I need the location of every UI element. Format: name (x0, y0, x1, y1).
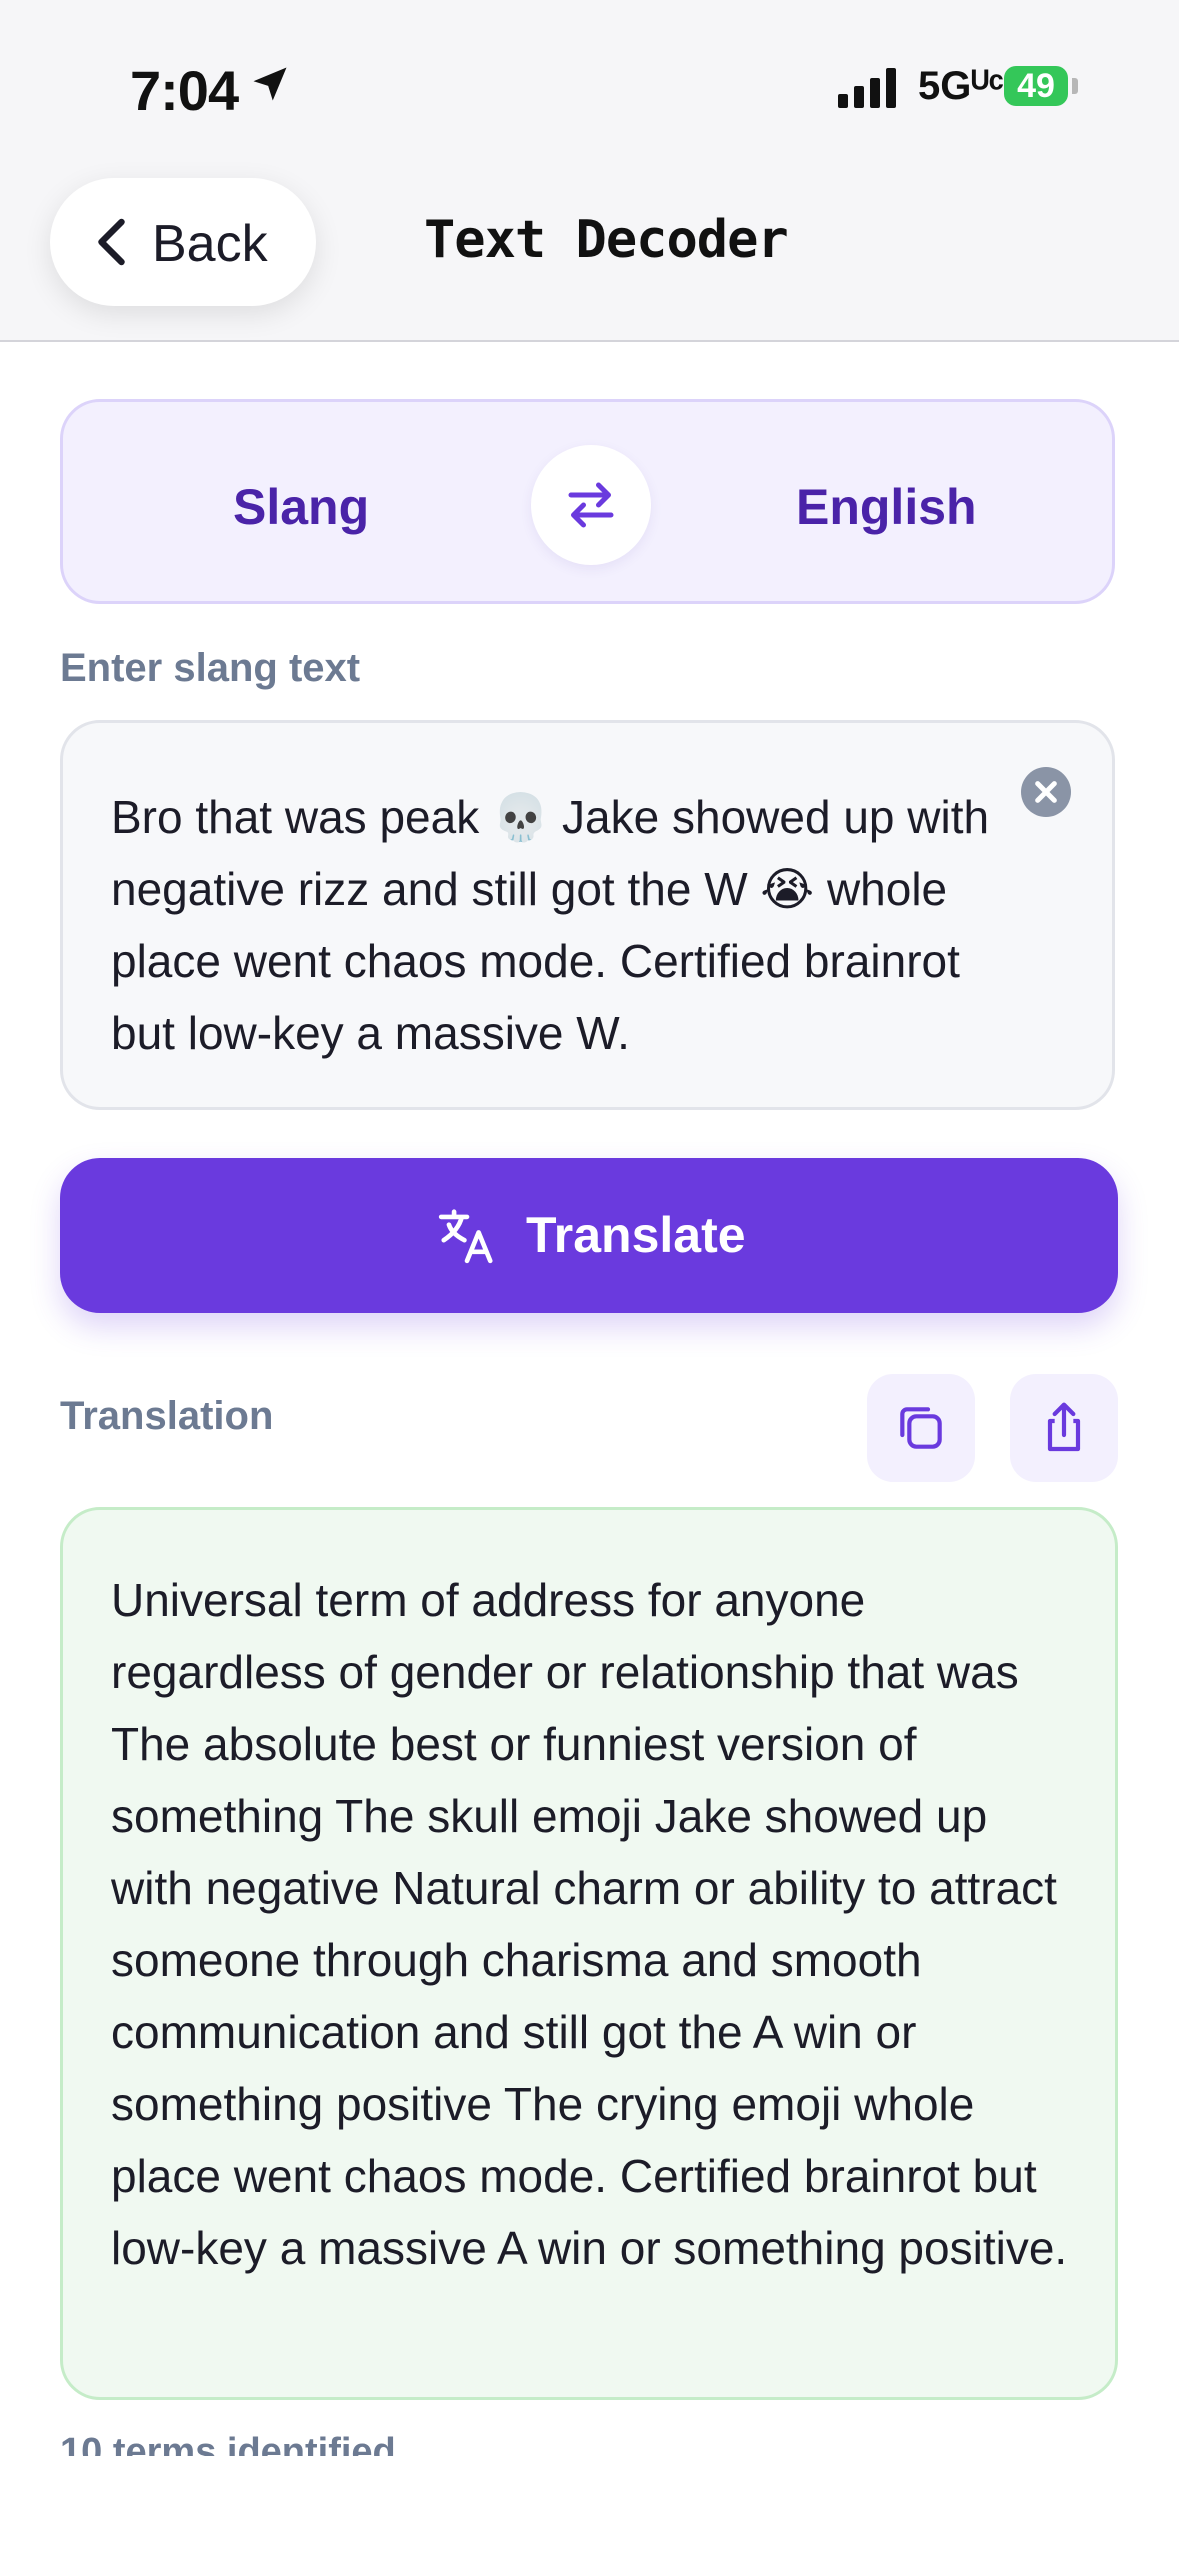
translate-button-label: Translate (526, 1207, 746, 1263)
slang-input[interactable]: Bro that was peak 💀 Jake showed up with … (60, 720, 1115, 1110)
slang-input-text[interactable]: Bro that was peak 💀 Jake showed up with … (111, 781, 1011, 1069)
back-button[interactable]: Back (50, 178, 316, 306)
terms-summary-clip: 10 terms identified (60, 2432, 460, 2456)
copy-button[interactable] (867, 1374, 975, 1482)
copy-icon (900, 1407, 942, 1449)
battery-cap (1072, 78, 1078, 94)
swap-languages-button[interactable] (531, 445, 651, 565)
translation-label: Translation (60, 1394, 274, 1438)
terms-identified: 10 terms identified (60, 2432, 396, 2456)
battery-indicator: 49 (1004, 66, 1068, 106)
target-language[interactable]: English (796, 478, 977, 536)
top-bar: 7:04 5Gᵁᶜ 49 Back Text Decoder (0, 0, 1179, 342)
share-button[interactable] (1010, 1374, 1118, 1482)
status-time: 7:04 (130, 59, 239, 122)
signal-icon (838, 68, 896, 108)
language-selector: Slang English (60, 399, 1115, 604)
page-title: Text Decoder (424, 210, 789, 270)
share-icon (1047, 1402, 1081, 1452)
swap-arrows-icon (568, 482, 614, 528)
source-language[interactable]: Slang (233, 478, 369, 536)
translation-output: Universal term of address for anyone reg… (60, 1507, 1118, 2400)
location-arrow-icon (253, 67, 287, 101)
translate-button[interactable]: Translate (60, 1158, 1118, 1313)
clear-x-icon[interactable] (1021, 767, 1071, 817)
network-type: 5Gᵁᶜ (918, 64, 1004, 108)
translate-icon (438, 1209, 493, 1264)
chevron-left-icon (98, 218, 125, 266)
back-label: Back (152, 215, 268, 273)
translation-text: Universal term of address for anyone reg… (111, 1574, 1068, 2274)
input-label: Enter slang text (60, 646, 361, 690)
